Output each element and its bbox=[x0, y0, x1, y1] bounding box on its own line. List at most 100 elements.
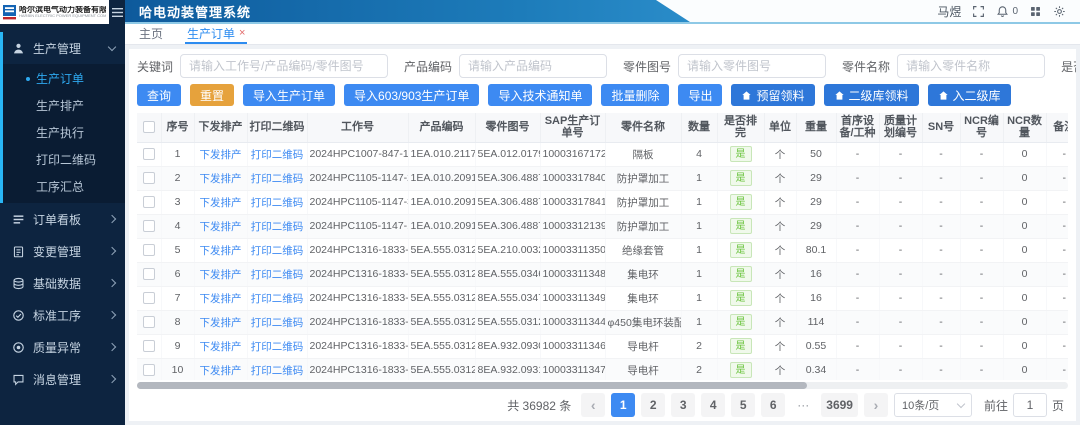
print-qrcode-link[interactable]: 打印二维码 bbox=[247, 262, 307, 286]
sidebar-item-standard-process[interactable]: 标准工序 bbox=[0, 299, 125, 331]
row-checkbox[interactable] bbox=[143, 364, 155, 376]
horizontal-scrollbar-thumb[interactable] bbox=[137, 382, 807, 389]
sidebar-item-message-management[interactable]: 消息管理 bbox=[0, 363, 125, 395]
row-checkbox[interactable] bbox=[143, 196, 155, 208]
prev-page-button[interactable]: ‹ bbox=[581, 393, 605, 417]
goto-page-input[interactable] bbox=[1013, 393, 1047, 417]
seq-cell: 1 bbox=[161, 142, 194, 166]
next-page-button[interactable]: › bbox=[864, 393, 888, 417]
sap-order-no-cell: 10003167172 bbox=[540, 142, 605, 166]
tab-home[interactable]: 主页 bbox=[137, 24, 165, 44]
import-tech-notice-button[interactable]: 导入技术通知单 bbox=[488, 84, 592, 106]
filter-input-keyword[interactable] bbox=[180, 54, 388, 78]
ncr-qty-cell: 0 bbox=[1003, 262, 1046, 286]
page-button[interactable]: 6 bbox=[761, 393, 785, 417]
first-equipment-cell: - bbox=[836, 238, 879, 262]
collapse-sidebar-button[interactable] bbox=[109, 0, 125, 24]
issue-scheduling-link[interactable]: 下发排产 bbox=[194, 214, 247, 238]
qty-cell: 4 bbox=[681, 142, 717, 166]
print-qrcode-link[interactable]: 打印二维码 bbox=[247, 310, 307, 334]
filter-input-product-code[interactable] bbox=[459, 54, 607, 78]
query-button[interactable]: 查询 bbox=[137, 84, 181, 106]
sidebar: 哈尔滨电气动力装备有限公司 HARBIN ELECTRIC POWER EQUI… bbox=[0, 0, 125, 425]
column-header: SN号 bbox=[922, 113, 960, 142]
row-checkbox[interactable] bbox=[143, 292, 155, 304]
pagination: 共 36982 条 ‹123456···3699› 10条/页 前往 页 bbox=[137, 393, 1068, 417]
print-qrcode-link[interactable]: 打印二维码 bbox=[247, 190, 307, 214]
reset-button[interactable]: 重置 bbox=[190, 84, 234, 106]
issue-scheduling-link[interactable]: 下发排产 bbox=[194, 166, 247, 190]
row-checkbox[interactable] bbox=[143, 220, 155, 232]
page-button[interactable]: 4 bbox=[701, 393, 725, 417]
chevron-right-icon bbox=[108, 279, 116, 287]
secondary-store-in-button[interactable]: 入二级库 bbox=[928, 84, 1011, 106]
print-qrcode-link[interactable]: 打印二维码 bbox=[247, 238, 307, 262]
sidebar-item-base-data[interactable]: 基础数据 bbox=[0, 267, 125, 299]
sidebar-item-production-management[interactable]: 生产管理 bbox=[0, 32, 125, 64]
import-production-order-button[interactable]: 导入生产订单 bbox=[243, 84, 335, 106]
row-select-cell bbox=[137, 238, 161, 262]
bell-icon[interactable] bbox=[996, 5, 1009, 18]
issue-scheduling-link[interactable]: 下发排产 bbox=[194, 238, 247, 262]
row-checkbox[interactable] bbox=[143, 316, 155, 328]
issue-scheduling-link[interactable]: 下发排产 bbox=[194, 358, 247, 380]
issue-scheduling-link[interactable]: 下发排产 bbox=[194, 334, 247, 358]
page-button[interactable]: 1 bbox=[611, 393, 635, 417]
row-checkbox[interactable] bbox=[143, 172, 155, 184]
issue-scheduling-link[interactable]: 下发排产 bbox=[194, 286, 247, 310]
sidebar-item-change-management[interactable]: 变更管理 bbox=[0, 235, 125, 267]
table-row: 1下发排产打印二维码2024HPC1007-847-11EA.010.21175… bbox=[137, 142, 1068, 166]
close-tab-icon[interactable]: × bbox=[239, 28, 245, 39]
print-qrcode-link[interactable]: 打印二维码 bbox=[247, 142, 307, 166]
row-checkbox[interactable] bbox=[143, 340, 155, 352]
issue-scheduling-link[interactable]: 下发排产 bbox=[194, 142, 247, 166]
sidebar-item-label: 生产管理 bbox=[33, 40, 109, 57]
print-qrcode-link[interactable]: 打印二维码 bbox=[247, 214, 307, 238]
sidebar-item-quality-exception[interactable]: 质量异常 bbox=[0, 331, 125, 363]
select-all-checkbox[interactable] bbox=[143, 121, 155, 133]
filter-label: 零件名称 bbox=[842, 58, 890, 75]
page-button[interactable]: 3 bbox=[671, 393, 695, 417]
user-name[interactable]: 马煜 bbox=[937, 3, 961, 20]
sn-no-cell: - bbox=[922, 334, 960, 358]
more-pages-button[interactable]: ··· bbox=[791, 393, 815, 417]
sidebar-subitem-production-scheduling[interactable]: 生产排产 bbox=[0, 92, 125, 119]
issue-scheduling-link[interactable]: 下发排产 bbox=[194, 262, 247, 286]
secondary-store-pick-button[interactable]: 二级库领料 bbox=[824, 84, 919, 106]
row-checkbox[interactable] bbox=[143, 268, 155, 280]
page-button[interactable]: 2 bbox=[641, 393, 665, 417]
sidebar-subitem-production-order[interactable]: 生产订单 bbox=[0, 65, 125, 92]
tab-production-order[interactable]: 生产订单× bbox=[185, 24, 247, 44]
issue-scheduling-link[interactable]: 下发排产 bbox=[194, 190, 247, 214]
issue-scheduling-link[interactable]: 下发排产 bbox=[194, 310, 247, 334]
filter-input-part-drawing-no[interactable] bbox=[678, 54, 826, 78]
gear-icon[interactable] bbox=[1053, 5, 1066, 18]
sidebar-subitem-print-qrcode[interactable]: 打印二维码 bbox=[0, 146, 125, 173]
scheduled-badge: 是 bbox=[730, 338, 752, 354]
row-checkbox[interactable] bbox=[143, 148, 155, 160]
print-qrcode-link[interactable]: 打印二维码 bbox=[247, 334, 307, 358]
sidebar-item-order-board[interactable]: 订单看板 bbox=[0, 203, 125, 235]
filter-input-part-name[interactable] bbox=[897, 54, 1045, 78]
print-qrcode-link[interactable]: 打印二维码 bbox=[247, 166, 307, 190]
print-qrcode-link[interactable]: 打印二维码 bbox=[247, 358, 307, 380]
row-checkbox[interactable] bbox=[143, 244, 155, 256]
fullscreen-icon[interactable] bbox=[972, 5, 985, 18]
grid-icon[interactable] bbox=[1029, 5, 1042, 18]
sap-order-no-cell: 10003312139 bbox=[540, 214, 605, 238]
print-qrcode-link[interactable]: 打印二维码 bbox=[247, 286, 307, 310]
scheduled-cell: 是 bbox=[717, 214, 764, 238]
sidebar-subitem-production-execution[interactable]: 生产执行 bbox=[0, 119, 125, 146]
page-button[interactable]: 5 bbox=[731, 393, 755, 417]
reserve-material-button[interactable]: 预留领料 bbox=[731, 84, 814, 106]
filter-label: 关键词 bbox=[137, 58, 173, 75]
page-button[interactable]: 3699 bbox=[821, 393, 858, 417]
import-603-903-order-button[interactable]: 导入603/903生产订单 bbox=[344, 84, 479, 106]
page-size-select[interactable]: 10条/页 bbox=[894, 393, 972, 417]
ncr-qty-cell: 0 bbox=[1003, 286, 1046, 310]
sidebar-subitem-process-summary[interactable]: 工序汇总 bbox=[0, 173, 125, 200]
batch-delete-button[interactable]: 批量删除 bbox=[601, 84, 669, 106]
part-drawing-no-cell: 8EA.932.0930 bbox=[475, 334, 540, 358]
export-button[interactable]: 导出 bbox=[678, 84, 722, 106]
ncr-no-cell: - bbox=[960, 286, 1003, 310]
